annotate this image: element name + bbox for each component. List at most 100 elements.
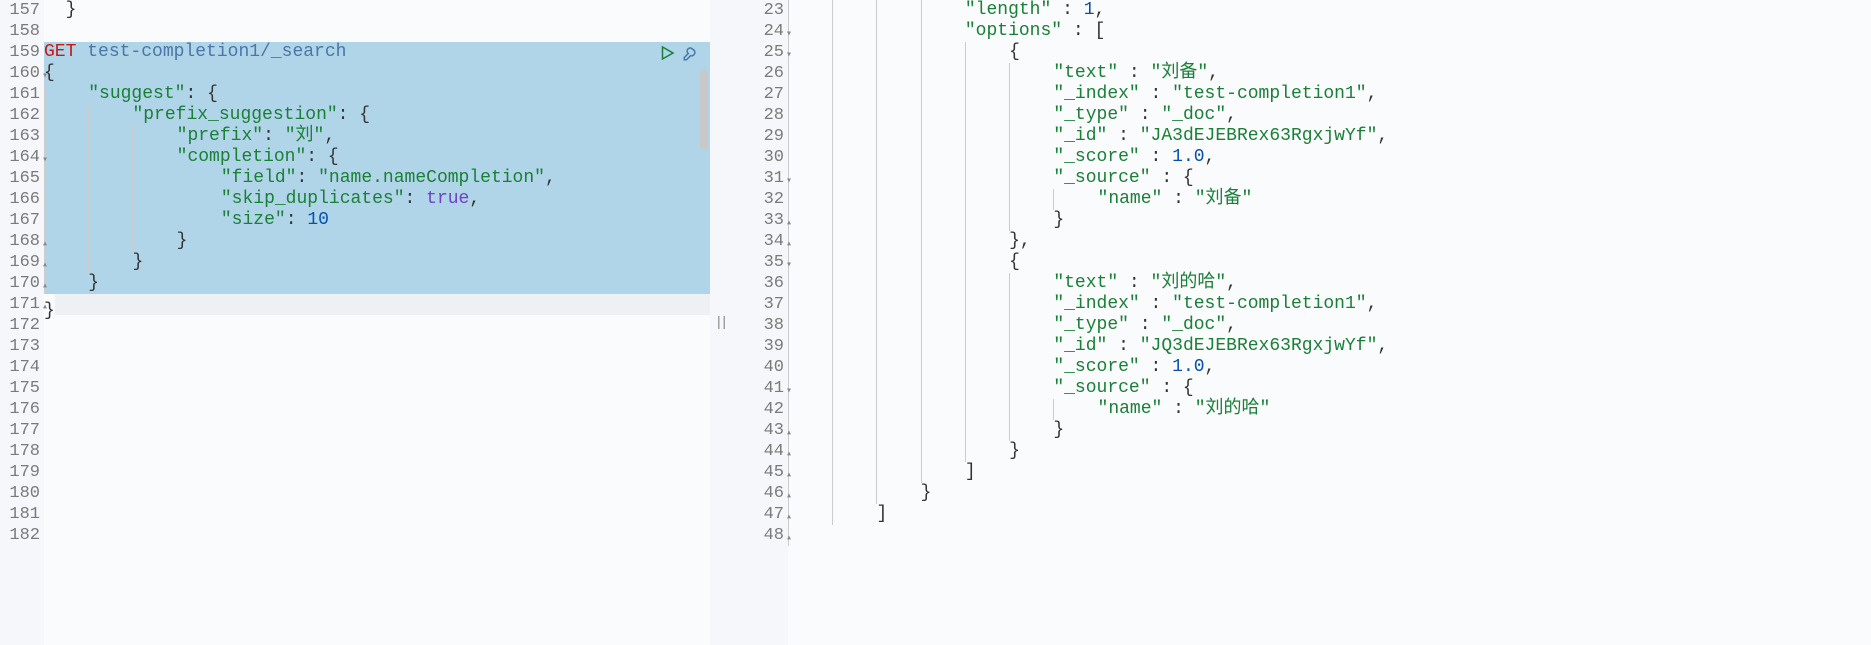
code-line[interactable]: "length" : 1, <box>788 0 1871 21</box>
code-line[interactable]: "field": "name.nameCompletion", <box>44 168 710 189</box>
indent-guide <box>44 105 88 126</box>
fold-close-icon[interactable]: ▴ <box>786 486 792 507</box>
line-number: 172 <box>0 315 40 336</box>
code-line[interactable]: } <box>44 273 710 294</box>
fold-close-icon[interactable]: ▴ <box>786 213 792 234</box>
code-line[interactable] <box>44 504 710 525</box>
request-code-area[interactable]: } GET test-completion1/_search{ "suggest"… <box>44 0 710 645</box>
code-line[interactable] <box>788 525 1871 546</box>
code-line[interactable]: "suggest": { <box>44 84 710 105</box>
fold-open-icon[interactable]: ▾ <box>786 171 792 192</box>
code-line[interactable]: "text" : "刘的哈", <box>788 273 1871 294</box>
fold-open-icon[interactable]: ▾ <box>786 45 792 66</box>
code-line[interactable] <box>44 21 710 42</box>
fold-open-icon[interactable]: ▾ <box>786 255 792 276</box>
scrollbar-thumb[interactable] <box>700 70 708 150</box>
fold-close-icon[interactable]: ▴ <box>786 465 792 486</box>
code-line[interactable]: } <box>788 441 1871 462</box>
fold-close-icon[interactable]: ▴ <box>786 234 792 255</box>
wrench-icon[interactable] <box>682 44 700 69</box>
code-line[interactable]: ] <box>788 462 1871 483</box>
code-line[interactable]: } <box>44 0 710 21</box>
run-icon[interactable] <box>658 44 676 69</box>
code-line[interactable]: } <box>44 294 710 315</box>
http-method: GET <box>44 42 76 62</box>
code-line[interactable]: "_type" : "_doc", <box>788 105 1871 126</box>
indent-guide <box>832 273 876 294</box>
code-line[interactable]: }, <box>788 231 1871 252</box>
code-line[interactable] <box>44 399 710 420</box>
line-number: 24▾ <box>750 21 784 42</box>
code-line[interactable]: } <box>44 231 710 252</box>
response-code-area[interactable]: "length" : 1, "options" : [ { "text" : "… <box>788 0 1871 645</box>
code-line[interactable]: "_id" : "JA3dEJEBRex63RgxjwYf", <box>788 126 1871 147</box>
indent-guide <box>965 126 1009 147</box>
code-line[interactable]: "_type" : "_doc", <box>788 315 1871 336</box>
code-line[interactable]: "_score" : 1.0, <box>788 357 1871 378</box>
fold-open-icon[interactable]: ▾ <box>42 66 48 87</box>
code-line[interactable]: "completion": { <box>44 147 710 168</box>
code-line[interactable] <box>44 420 710 441</box>
code-line[interactable]: "_index" : "test-completion1", <box>788 294 1871 315</box>
code-line[interactable]: "size": 10 <box>44 210 710 231</box>
code-line[interactable]: ] <box>788 504 1871 525</box>
request-editor-pane[interactable]: 157158159160▾161162163164▾165166167168▴1… <box>0 0 710 645</box>
request-first-line[interactable]: GET test-completion1/_search <box>44 42 710 63</box>
code-line[interactable]: { <box>788 252 1871 273</box>
indent-guide <box>876 315 920 336</box>
code-line[interactable] <box>44 315 710 336</box>
code-line[interactable] <box>44 483 710 504</box>
code-line[interactable]: "prefix_suggestion": { <box>44 105 710 126</box>
code-line[interactable]: "name" : "刘备" <box>788 189 1871 210</box>
fold-close-icon[interactable]: ▴ <box>786 423 792 444</box>
code-line[interactable]: "name" : "刘的哈" <box>788 399 1871 420</box>
code-line[interactable] <box>44 525 710 546</box>
code-line[interactable]: "_id" : "JQ3dEJEBRex63RgxjwYf", <box>788 336 1871 357</box>
response-viewer-pane[interactable]: 2324▾25▾262728293031▾3233▴34▴35▾36373839… <box>750 0 1871 645</box>
splitter-handle-icon[interactable]: || <box>715 315 726 331</box>
code-line[interactable]: "_source" : { <box>788 378 1871 399</box>
code-line[interactable]: } <box>788 210 1871 231</box>
fold-close-icon[interactable]: ▴ <box>786 507 792 528</box>
fold-close-icon[interactable]: ▴ <box>42 234 48 255</box>
line-number: 173 <box>0 336 40 357</box>
indent-guide <box>788 294 832 315</box>
code-line[interactable]: } <box>788 420 1871 441</box>
fold-close-icon[interactable]: ▴ <box>42 255 48 276</box>
indent-guide <box>1009 189 1053 210</box>
code-line[interactable]: } <box>788 483 1871 504</box>
fold-open-icon[interactable]: ▾ <box>786 24 792 45</box>
code-line[interactable] <box>44 378 710 399</box>
pane-divider[interactable]: || <box>710 0 730 645</box>
fold-close-icon[interactable]: ▴ <box>42 297 48 318</box>
code-line[interactable] <box>44 441 710 462</box>
fold-open-icon[interactable]: ▾ <box>42 150 48 171</box>
code-line[interactable]: "_index" : "test-completion1", <box>788 84 1871 105</box>
code-line[interactable]: "_score" : 1.0, <box>788 147 1871 168</box>
code-line[interactable]: "options" : [ <box>788 21 1871 42</box>
fold-close-icon[interactable]: ▴ <box>786 444 792 465</box>
fold-open-icon[interactable]: ▾ <box>786 381 792 402</box>
code-line[interactable]: } <box>44 252 710 273</box>
indent-guide <box>132 126 176 147</box>
code-line[interactable] <box>44 462 710 483</box>
line-number: 44▴ <box>750 441 784 462</box>
line-number: 178 <box>0 441 40 462</box>
code-line[interactable]: "text" : "刘备", <box>788 63 1871 84</box>
indent-guide <box>788 273 832 294</box>
code-line[interactable] <box>44 336 710 357</box>
indent-guide <box>832 441 876 462</box>
code-line[interactable]: "_source" : { <box>788 168 1871 189</box>
indent-guide <box>876 252 920 273</box>
fold-close-icon[interactable]: ▴ <box>786 528 792 549</box>
code-line[interactable]: { <box>44 63 710 84</box>
indent-guide <box>832 399 876 420</box>
fold-close-icon[interactable]: ▴ <box>42 276 48 297</box>
code-line[interactable] <box>44 357 710 378</box>
code-line[interactable]: "skip_duplicates": true, <box>44 189 710 210</box>
indent-guide <box>876 105 920 126</box>
code-line[interactable]: "prefix": "刘", <box>44 126 710 147</box>
indent-guide <box>832 168 876 189</box>
code-line[interactable]: { <box>788 42 1871 63</box>
indent-guide <box>965 378 1009 399</box>
